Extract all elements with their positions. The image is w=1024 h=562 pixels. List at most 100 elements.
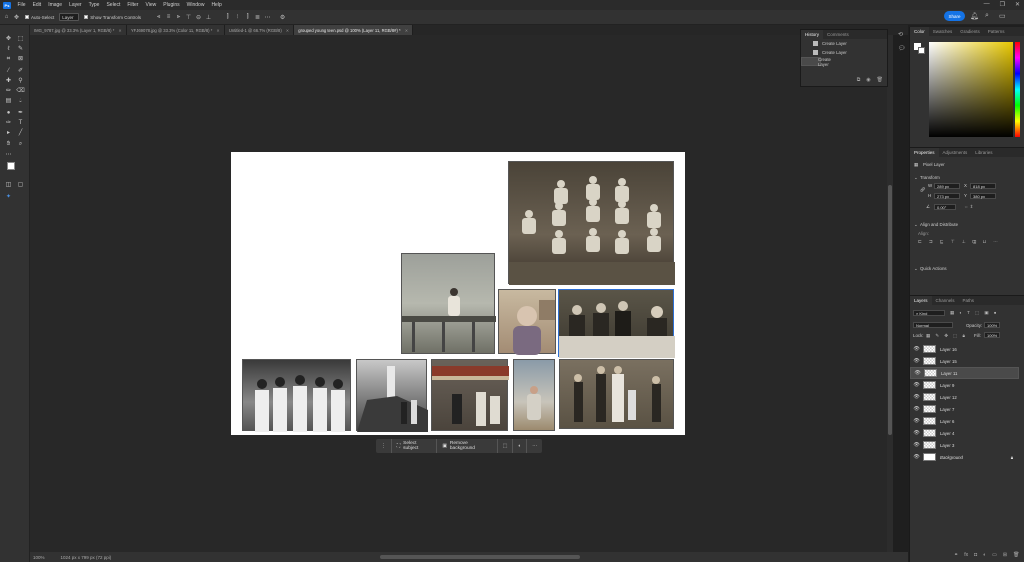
align-right-icon[interactable]: ⫸ [175,14,182,21]
select-subject-button[interactable]: ⛶ Select subject [392,439,438,453]
search-icon[interactable]: ⌕ [985,12,989,20]
close-tab-icon[interactable]: ✕ [216,28,220,33]
layer-row[interactable]: 👁︎ Layer 16 [910,343,1019,355]
menu-file[interactable]: File [14,2,29,8]
quick-actions-chevron-icon[interactable]: ⌄ [914,266,918,272]
menu-edit[interactable]: Edit [29,2,45,8]
menu-view[interactable]: View [142,2,160,8]
quick-select-icon[interactable]: ✎ [16,45,25,54]
eye-icon[interactable]: 👁︎ [913,346,920,352]
color-picker-field[interactable] [929,42,1013,137]
move-tool-icon[interactable]: ✥ [13,14,20,21]
frame-tool-icon[interactable]: ⊠ [16,55,25,64]
distribute-right-icon[interactable]: ⫿ [244,14,251,21]
eye-icon[interactable]: 👁︎ [913,358,920,364]
close-tab-icon[interactable]: ✕ [405,28,409,33]
photo-lighthouse[interactable] [356,359,428,432]
new-document-icon[interactable]: ⧉ [857,77,861,83]
blur-tool-icon[interactable]: 💧︎ [16,97,25,106]
menu-filter[interactable]: Filter [124,2,142,8]
eye-icon[interactable]: 👁︎ [913,394,920,400]
align-top-icon[interactable]: ⊤ [185,14,192,21]
add-mask-icon[interactable]: ◘ [974,552,977,558]
minimize-icon[interactable]: — [984,1,990,8]
vertical-scrollbar[interactable] [887,35,893,552]
tab-properties[interactable]: Properties [910,148,939,157]
eye-icon[interactable]: 👁︎ [913,442,920,448]
transform-icon[interactable]: ⬚ [498,439,514,453]
zoom-level[interactable]: 100% [33,555,45,560]
delete-layer-icon[interactable]: 🗑︎ [1013,552,1019,558]
healing-brush-icon[interactable]: ✚ [4,77,13,86]
comments-panel-icon[interactable]: 💬︎ [898,45,906,52]
align-buttons-row-2[interactable]: ⊓ ⊔ ⋯ [972,239,1001,245]
eye-icon[interactable]: 👁︎ [913,406,920,412]
layer-row-selected[interactable]: 👁︎ Layer 11 [910,367,1019,379]
link-icon[interactable]: 🔗︎ [920,187,926,193]
remove-background-button[interactable]: ▣ Remove background [437,439,498,453]
history-item[interactable]: Create Layer [801,48,887,57]
generative-icon[interactable]: ✦ [4,193,13,202]
lock-icon[interactable]: 🔒︎ [1011,455,1013,460]
layer-row[interactable]: 👁︎ Layer 12 [910,391,1019,403]
hand-tool-icon[interactable]: ✋︎ [4,140,13,149]
menu-select[interactable]: Select [103,2,124,8]
home-icon[interactable]: ⌂ [3,14,10,21]
photo-wedding-group[interactable] [559,359,674,429]
y-field[interactable]: 380 px [970,193,996,199]
bell-icon[interactable]: 🔔︎ [970,12,979,20]
share-button[interactable]: Share [944,11,965,21]
menu-type[interactable]: Type [85,2,103,8]
layer-filter-icons[interactable]: ▦ ◐ T ⬚ ▣ ● [950,310,998,316]
fill-field[interactable]: 100% [984,332,1000,338]
tab-gradients[interactable]: Gradients [956,27,984,36]
tab-untitled-1[interactable]: Untitled-1 @ 66.7% (RGB/8) ✕ [224,25,295,35]
menu-plugins[interactable]: Plugins [160,2,183,8]
bg-color-chip[interactable] [918,47,925,54]
tab-swatches[interactable]: Swatches [929,27,957,36]
layer-row[interactable]: 👁︎ Layer 6 [910,415,1019,427]
distribute-top-icon[interactable]: ≣ [254,14,261,21]
foreground-color-swatch[interactable] [7,162,15,170]
tab-channels[interactable]: Channels [932,296,959,305]
auto-select-checkbox[interactable]: Auto-Select [23,13,56,21]
photo-team[interactable] [508,161,675,285]
brush-tool-icon[interactable]: ✏ [4,87,13,96]
height-field[interactable]: 273 px [934,193,960,199]
transform-section-title[interactable]: Transform [920,175,940,180]
shape-tool-icon[interactable]: ╱ [16,129,25,138]
pen-tool-icon[interactable]: ✒ [16,109,25,118]
new-group-icon[interactable]: ▭ [992,552,997,558]
pen-alt-icon[interactable]: ✑ [4,119,13,128]
horizontal-scrollbar[interactable] [380,555,580,559]
zoom-tool-icon[interactable]: ⌕ [16,140,25,149]
settings-gear-icon[interactable]: ⚙ [279,14,286,21]
tab-libraries[interactable]: Libraries [971,148,996,157]
close-tab-icon[interactable]: ✕ [118,28,122,33]
move-tool-icon[interactable]: ✥ [4,35,13,44]
new-layer-icon[interactable]: ⊞ [1003,552,1007,558]
layer-row[interactable]: 👁︎ Layer 15 [910,355,1019,367]
layer-kind-filter[interactable]: ⌕ Kind [913,310,945,316]
tab-adjustments[interactable]: Adjustments [939,148,972,157]
eye-icon[interactable]: 👁︎ [913,382,920,388]
photo-family-dinner-selected[interactable] [558,289,675,358]
menu-layer[interactable]: Layer [66,2,86,8]
tab-comments[interactable]: Comments [823,30,853,39]
drag-handle-icon[interactable]: ⋮ [376,439,392,453]
history-item[interactable]: Create Layer [801,57,831,67]
tab-patterns[interactable]: Patterns [984,27,1009,36]
align-center-icon[interactable]: ≡ [165,14,172,21]
layer-row[interactable]: 👁︎ Layer 4 [910,427,1019,439]
link-layers-icon[interactable]: ⚭ [954,552,958,558]
eraser-tool-icon[interactable]: ⌫ [16,87,25,96]
angle-field[interactable]: 0.00° [934,204,956,210]
flip-icons[interactable]: ⇔ ⇕ [964,204,973,210]
photo-woman-portrait[interactable] [498,289,556,355]
tab-img9787[interactable]: IMG_9787.jpg @ 33.3% (Layer 1, RGB/8) * ✕ [30,25,127,35]
menu-image[interactable]: Image [45,2,66,8]
tab-color[interactable]: Color [910,27,929,36]
x-field[interactable]: 818 px [970,183,996,189]
distribute-center-icon[interactable]: ⦙ [234,14,241,21]
align-left-icon[interactable]: ⫷ [155,14,162,21]
